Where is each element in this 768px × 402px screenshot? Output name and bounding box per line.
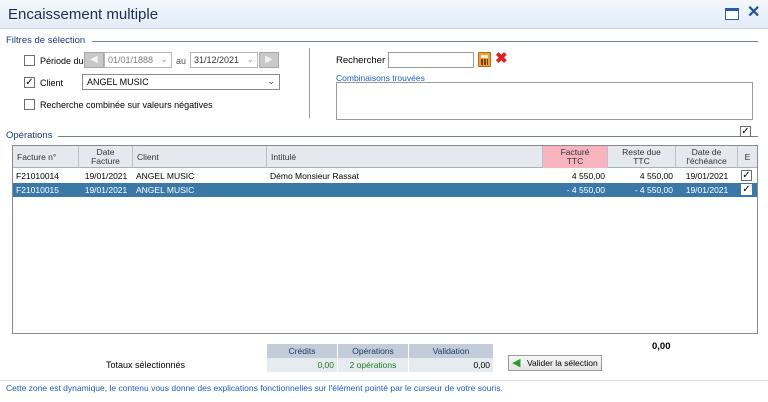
- col-reste[interactable]: Reste due TTC: [608, 146, 676, 168]
- calculator-icon[interactable]: [478, 52, 491, 67]
- col-intitule[interactable]: Intitulé: [267, 146, 543, 168]
- col-echeance[interactable]: Date de l'échéance: [676, 146, 738, 168]
- status-text: Cette zone est dynamique, le contenu vou…: [6, 383, 503, 393]
- row-reste: 4 550,00: [639, 171, 673, 181]
- row-checkbox[interactable]: ✓: [741, 170, 752, 181]
- period-prev-button[interactable]: ◀: [84, 52, 104, 68]
- negative-search-label: Recherche combinée sur valeurs négatives: [40, 100, 213, 110]
- negative-search-checkbox[interactable]: [24, 99, 35, 110]
- table-row[interactable]: F21010015 19/01/2021 ANGEL MUSIC - 4 550…: [13, 183, 757, 197]
- row-facture: F21010015: [16, 185, 60, 195]
- client-checkbox[interactable]: ✓: [24, 77, 35, 88]
- date-to-label: au: [176, 56, 187, 66]
- col-e[interactable]: E: [738, 146, 757, 168]
- clear-search-icon[interactable]: ✖: [495, 49, 508, 67]
- col-facture-ttc[interactable]: Facturé TTC: [543, 146, 608, 168]
- chevron-down-icon[interactable]: ⌄: [267, 76, 275, 87]
- date-from-input[interactable]: 01/01/1888 ⌄: [104, 52, 172, 68]
- row-facture-ttc: - 4 550,00: [566, 185, 605, 195]
- date-to-input[interactable]: 31/12/2021 ⌄: [190, 52, 258, 68]
- row-client: ANGEL MUSIC: [136, 185, 195, 195]
- col-date[interactable]: Date Facture: [79, 146, 133, 168]
- chevron-down-icon[interactable]: ⌄: [160, 54, 168, 65]
- validate-selection-label: Valider la sélection: [527, 358, 598, 368]
- date-to-value: 31/12/2021: [194, 55, 240, 65]
- col-client[interactable]: Client: [133, 146, 267, 168]
- row-echeance: 19/01/2021: [685, 171, 729, 181]
- date-from-value: 01/01/1888: [108, 55, 154, 65]
- operations-header: Opérations: [338, 344, 409, 358]
- filters-vertical-divider: [309, 48, 310, 118]
- row-checkbox[interactable]: ✓: [741, 184, 752, 195]
- client-select[interactable]: ANGEL MUSIC ⌄: [82, 74, 280, 90]
- client-label: Client: [40, 78, 64, 88]
- row-facture: F21010014: [16, 171, 60, 181]
- operations-section-title: Opérations: [6, 130, 53, 141]
- row-echeance: 19/01/2021: [685, 185, 729, 195]
- period-checkbox[interactable]: [24, 55, 35, 66]
- row-intitule: Démo Monsieur Rassat: [270, 171, 359, 181]
- maximize-button[interactable]: [725, 8, 739, 20]
- row-intitule: [267, 183, 543, 197]
- filters-section-title: Filtres de sélection: [6, 35, 86, 46]
- grid-header: Facture n° Date Facture Client Intitulé …: [13, 146, 757, 168]
- search-input[interactable]: [388, 52, 474, 68]
- search-label: Rechercher: [336, 55, 386, 66]
- filters-divider: [92, 41, 758, 42]
- back-arrow-icon: ◀: [512, 357, 521, 369]
- operations-grid[interactable]: Facture n° Date Facture Client Intitulé …: [12, 145, 758, 334]
- period-next-button[interactable]: ▶: [259, 52, 279, 68]
- totals-label: Totaux sélectionnés: [106, 360, 186, 370]
- table-row[interactable]: F21010014 19/01/2021 ANGEL MUSIC Démo Mo…: [13, 169, 757, 183]
- validate-selection-button[interactable]: ◀ Valider la sélection: [508, 355, 602, 371]
- row-reste: - 4 550,00: [634, 185, 673, 195]
- operations-value: 2 opérations: [338, 358, 409, 372]
- validation-value: 0,00: [409, 358, 494, 372]
- client-select-value: ANGEL MUSIC: [87, 77, 149, 87]
- row-date: 19/01/2021: [84, 171, 128, 181]
- grand-total: 0,00: [652, 341, 671, 352]
- col-facture[interactable]: Facture n°: [13, 146, 79, 168]
- combinations-list[interactable]: [336, 82, 753, 120]
- row-date: 19/01/2021: [84, 185, 128, 195]
- validation-header: Validation: [409, 344, 494, 358]
- credits-header: Crédits: [267, 344, 338, 358]
- operations-divider: [58, 136, 758, 137]
- row-client: ANGEL MUSIC: [136, 171, 195, 181]
- window-title: Encaissement multiple: [8, 6, 159, 23]
- row-facture-ttc: 4 550,00: [571, 171, 605, 181]
- close-window-button[interactable]: ✕: [747, 4, 760, 22]
- credits-value: 0,00: [267, 358, 338, 372]
- select-all-checkbox[interactable]: ✓: [740, 126, 751, 137]
- chevron-down-icon[interactable]: ⌄: [246, 54, 254, 65]
- period-label: Période du: [40, 56, 84, 66]
